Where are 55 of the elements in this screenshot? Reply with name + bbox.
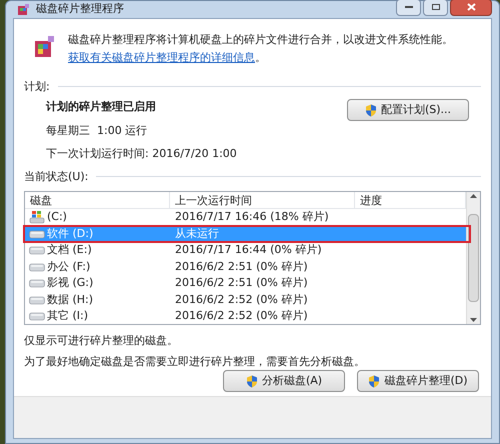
scroll-up-icon[interactable] (470, 194, 477, 198)
disk-row[interactable]: 数据 (H:) 2016/6/2 2:52 (0% 碎片) (25, 292, 466, 308)
last-run-cell-text: 2016/6/2 2:51 (0% 碎片) (174, 275, 309, 291)
minimize-button[interactable] (396, 0, 421, 16)
disk-name: 数据 (H:) (47, 292, 94, 308)
close-icon (466, 3, 476, 12)
shield-icon (364, 104, 377, 116)
disk-row[interactable]: (C:) 2016/7/17 16:46 (18% 碎片) (25, 209, 466, 226)
window-title: 磁盘碎片整理程序 (36, 1, 124, 17)
last-run-cell-text: 2016/6/2 2:52 (0% 碎片) (174, 292, 309, 308)
disk-row[interactable]: 办公 (F:) 2016/6/2 2:51 (0% 碎片) (25, 258, 466, 275)
app-icon (17, 2, 30, 16)
windows-drive-icon (29, 210, 45, 224)
next-run-time: 下一次计划运行时间: 2016/7/20 1:00 (46, 146, 237, 162)
maximize-button[interactable] (423, 0, 448, 16)
schedule-status: 计划的碎片整理已启用 (46, 99, 157, 115)
details-link[interactable]: 获取有关磁盘碎片整理程序的详细信息 (68, 50, 255, 64)
defragmenter-icon (34, 34, 56, 58)
disk-row[interactable]: 影视 (G:) 2016/6/2 2:51 (0% 碎片) (25, 275, 466, 292)
disk-name: 其它 (I:) (47, 308, 88, 324)
intro-text: 磁盘碎片整理程序将计算机硬盘上的碎片文件进行合并，以改进文件系统性能。 获取有关磁盘碎片整理程序的详细信息。 (68, 32, 454, 66)
schedule-frequency: 每星期三 1:00 运行 (46, 122, 148, 138)
note-text: 仅显示可进行碎片整理的磁盘。 (24, 333, 179, 349)
disk-name: (C:) (47, 209, 67, 225)
section-heading: 计划: (24, 78, 50, 94)
shield-icon (246, 374, 258, 388)
column-header[interactable]: 磁盘 (25, 192, 170, 208)
column-header[interactable]: 上一次运行时间 (170, 192, 355, 208)
drive-icon (29, 228, 45, 239)
shield-icon (368, 374, 380, 388)
scroll-thumb[interactable] (468, 214, 479, 302)
disk-row[interactable]: 其它 (I:) 2016/6/2 2:52 (0% 碎片) (25, 308, 466, 324)
drive-icon (29, 262, 45, 272)
disk-name: 软件 (D:) (47, 226, 94, 242)
note-text: 为了最好地确定磁盘是否需要立即进行碎片整理，需要首先分析磁盘。 (24, 354, 366, 370)
drive-icon (29, 311, 45, 322)
drive-icon (29, 278, 45, 288)
last-run-cell-text: 2016/6/2 2:52 (0% 碎片) (174, 308, 309, 324)
action-button[interactable]: 分析磁盘(A) (223, 370, 345, 392)
last-run-cell-text: 2016/7/17 16:44 (0% 碎片) (174, 242, 323, 258)
disk-name: 影视 (G:) (47, 275, 94, 291)
disk-row[interactable]: 文档 (E:) 2016/7/17 16:44 (0% 碎片) (25, 242, 466, 258)
close-button[interactable] (450, 0, 492, 16)
drive-icon (29, 294, 45, 305)
last-run-cell-text: 2016/7/17 16:46 (18% 碎片) (174, 209, 330, 225)
last-run-cell-text: 2016/6/2 2:51 (0% 碎片) (174, 258, 309, 274)
configure-schedule-button[interactable]: 配置计划(S)... (347, 99, 469, 121)
last-run-cell-text: 从未运行 (174, 226, 220, 242)
section-heading: 当前状态(U): (24, 168, 88, 184)
scrollbar[interactable] (466, 192, 480, 324)
disk-name: 办公 (F:) (47, 258, 90, 274)
disk-name: 文档 (E:) (47, 242, 92, 258)
scroll-down-icon[interactable] (470, 318, 477, 322)
drive-icon (29, 245, 45, 256)
action-button[interactable]: 磁盘碎片整理(D) (357, 370, 479, 392)
